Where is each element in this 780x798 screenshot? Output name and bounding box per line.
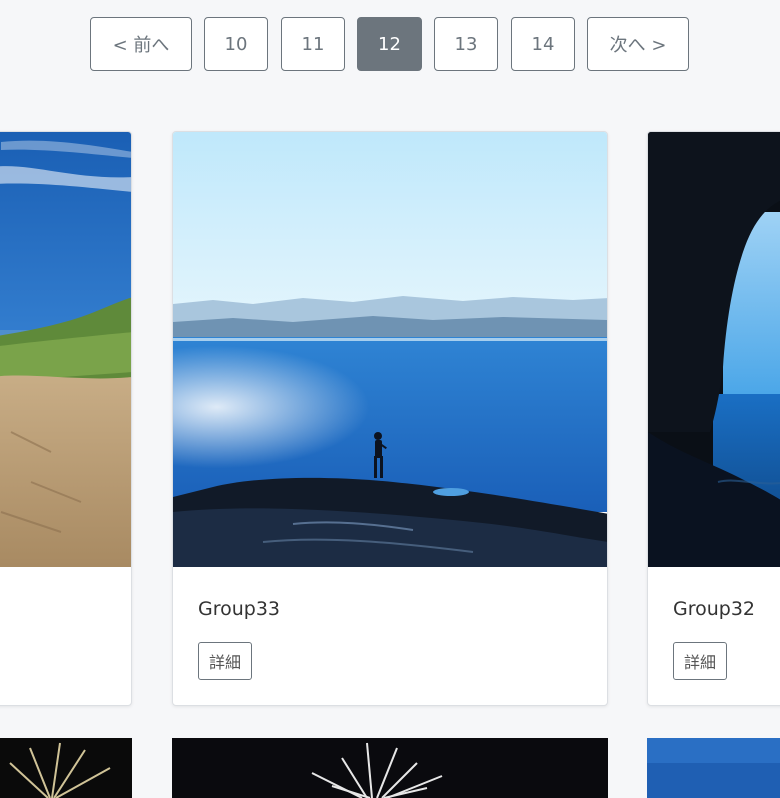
card-group33: Group33 詳細 xyxy=(172,131,608,706)
page-12-button[interactable]: 12 xyxy=(357,17,422,71)
details-button[interactable]: 詳細 xyxy=(198,642,253,680)
next-page-button[interactable]: 次へ > xyxy=(587,17,689,71)
card-title: Group32 xyxy=(673,598,756,620)
page-10-button[interactable]: 10 xyxy=(204,17,268,71)
card-image-fireworks-left[interactable] xyxy=(0,738,132,798)
card-left-partial xyxy=(0,131,132,706)
card-image-beach[interactable] xyxy=(0,132,131,567)
pagination: < 前へ 10 11 12 13 14 次へ > xyxy=(0,17,780,73)
prev-page-button[interactable]: < 前へ xyxy=(90,17,192,71)
card-image-group33[interactable] xyxy=(173,132,607,567)
page-11-button[interactable]: 11 xyxy=(281,17,345,71)
card-title: Group33 xyxy=(198,598,281,620)
card-bottom-left xyxy=(0,738,132,798)
card-image-fireworks-center[interactable] xyxy=(172,738,608,798)
card-bottom-center xyxy=(172,738,608,798)
card-group32: Group32 詳細 xyxy=(647,131,780,706)
details-button[interactable]: 詳細 xyxy=(673,642,728,680)
card-image-sky-right[interactable] xyxy=(647,738,780,798)
page-13-button[interactable]: 13 xyxy=(434,17,498,71)
card-image-group32[interactable] xyxy=(648,132,780,567)
card-bottom-right xyxy=(647,738,780,798)
page-14-button[interactable]: 14 xyxy=(511,17,575,71)
